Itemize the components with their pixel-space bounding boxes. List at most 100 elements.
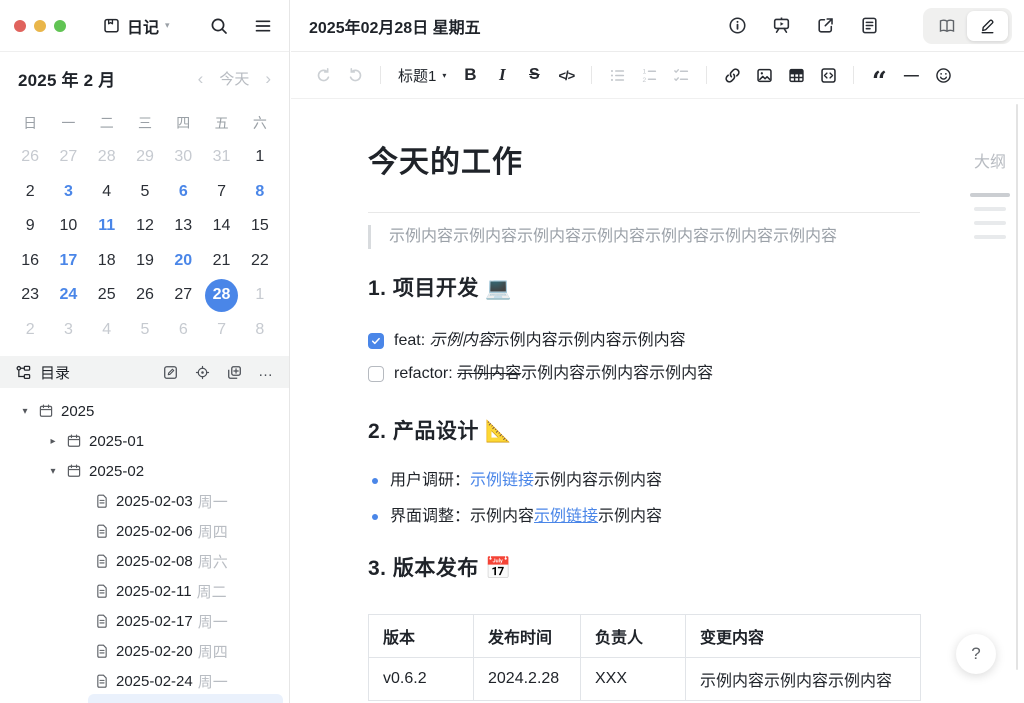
diary-entry[interactable]: 2025-02-08 周六 (0, 546, 289, 576)
blockquote[interactable]: 示例内容示例内容示例内容示例内容示例内容示例内容示例内容 (368, 225, 920, 249)
calendar-day[interactable]: 11 (88, 209, 126, 244)
share-icon[interactable] (815, 15, 836, 36)
calendar-day[interactable]: 14 (202, 209, 240, 244)
calendar-day[interactable]: 20 (164, 244, 202, 279)
todo-text[interactable]: refactor: 示例内容示例内容示例内容示例内容 (394, 362, 713, 386)
calendar-day[interactable]: 15 (241, 209, 279, 244)
calendar-day[interactable]: 8 (241, 313, 279, 348)
duplicate-plus-icon[interactable] (226, 364, 243, 381)
calendar-day[interactable]: 4 (88, 175, 126, 210)
search-icon[interactable] (209, 16, 229, 36)
numbered-list-button[interactable]: 12 (633, 60, 665, 90)
calendar-day[interactable]: 4 (88, 313, 126, 348)
locate-icon[interactable] (194, 364, 211, 381)
calendar-next-button[interactable]: › (265, 70, 271, 87)
calendar-day[interactable]: 27 (49, 140, 87, 175)
emoji-button[interactable] (927, 60, 959, 90)
page-title[interactable]: 今天的工作 (368, 144, 920, 182)
calendar-day[interactable]: 5 (126, 313, 164, 348)
table-button[interactable] (780, 60, 812, 90)
calendar-day[interactable]: 26 (126, 278, 164, 313)
calendar-day[interactable]: 28 (88, 140, 126, 175)
notebook-switcher[interactable]: 日记 ▾ (102, 14, 170, 38)
quote-button[interactable]: “ (863, 67, 895, 97)
diary-entry[interactable]: 2025-02-06 周四 (0, 516, 289, 546)
calendar-day[interactable]: 16 (11, 244, 49, 279)
calendar-day[interactable]: 8 (241, 175, 279, 210)
compose-icon[interactable] (162, 364, 179, 381)
calendar-day[interactable]: 23 (11, 278, 49, 313)
calendar-day[interactable]: 29 (126, 140, 164, 175)
bullet-text[interactable]: 界面调整：示例内容示例链接示例内容 (390, 505, 662, 529)
outline-item-indicator[interactable] (970, 193, 1010, 197)
calendar-day[interactable]: 6 (164, 313, 202, 348)
bold-button[interactable]: B (454, 60, 486, 90)
calendar-day[interactable]: 17 (49, 244, 87, 279)
todo-text[interactable]: feat: 示例内容示例内容示例内容示例内容 (394, 329, 686, 353)
table-header-cell[interactable]: 负责人 (581, 615, 686, 658)
presentation-icon[interactable] (771, 15, 792, 36)
diary-entry[interactable]: 2025-02-17 周一 (0, 606, 289, 636)
menu-icon[interactable] (253, 16, 273, 36)
inline-code-button[interactable]: </> (550, 60, 582, 90)
traffic-light-close[interactable] (14, 20, 26, 32)
checkbox-checked[interactable] (368, 333, 384, 349)
calendar-day-selected[interactable]: 28 (205, 279, 238, 312)
calendar-day[interactable]: 21 (202, 244, 240, 279)
strikethrough-button[interactable]: S (518, 60, 550, 90)
calendar-day[interactable]: 7 (202, 313, 240, 348)
diary-entry[interactable]: 2025-02-03 周一 (0, 486, 289, 516)
table-header-cell[interactable]: 发布时间 (474, 615, 581, 658)
undo-button[interactable] (307, 60, 339, 90)
section-heading-1[interactable]: 1. 项目开发 💻 (368, 275, 920, 303)
tree-folder-2025[interactable]: ▾ 2025 (0, 396, 289, 426)
calendar-day[interactable]: 19 (126, 244, 164, 279)
outline-item-indicator[interactable] (974, 235, 1006, 239)
bullet-text[interactable]: 用户调研：示例链接示例内容示例内容 (390, 469, 662, 493)
calendar-day[interactable]: 13 (164, 209, 202, 244)
chevron-down-icon[interactable]: ▾ (46, 466, 60, 477)
outline-rail[interactable]: 大纲 (970, 148, 1010, 239)
redo-button[interactable] (339, 60, 371, 90)
chevron-down-icon[interactable]: ▾ (18, 406, 32, 417)
calendar-day[interactable]: 30 (164, 140, 202, 175)
inline-link[interactable]: 示例链接 (470, 472, 534, 489)
calendar-day[interactable]: 24 (49, 278, 87, 313)
divider-button[interactable]: — (895, 60, 927, 90)
table-cell[interactable]: v0.6.2 (369, 658, 474, 701)
calendar-day[interactable]: 10 (49, 209, 87, 244)
italic-button[interactable]: I (486, 60, 518, 90)
help-button[interactable]: ? (956, 634, 996, 674)
calendar-day[interactable]: 18 (88, 244, 126, 279)
tree-folder-2025-02[interactable]: ▾ 2025-02 (0, 456, 289, 486)
calendar-day[interactable]: 3 (49, 313, 87, 348)
calendar-day[interactable]: 25 (88, 278, 126, 313)
calendar-day[interactable]: 2 (11, 313, 49, 348)
table-header-cell[interactable]: 版本 (369, 615, 474, 658)
section-heading-3[interactable]: 3. 版本发布 📅 (368, 555, 920, 583)
calendar-day[interactable]: 2 (11, 175, 49, 210)
calendar-day[interactable]: 26 (11, 140, 49, 175)
table-header-cell[interactable]: 变更内容 (686, 615, 921, 658)
checkbox-unchecked[interactable] (368, 366, 384, 382)
doc-list-icon[interactable] (859, 15, 880, 36)
heading-style-dropdown[interactable]: 标题1 ▾ (398, 65, 446, 86)
traffic-light-minimize[interactable] (34, 20, 46, 32)
calendar-prev-button[interactable]: ‹ (198, 70, 204, 87)
scrollbar[interactable] (1016, 104, 1018, 670)
bullet-list-button[interactable] (601, 60, 633, 90)
calendar-day[interactable]: 9 (11, 209, 49, 244)
section-heading-2[interactable]: 2. 产品设计 📐 (368, 418, 920, 446)
outline-item-indicator[interactable] (974, 207, 1006, 211)
table-cell[interactable]: 示例内容示例内容示例内容 (686, 658, 921, 701)
tree-folder-2025-01[interactable]: ▸ 2025-01 (0, 426, 289, 456)
chevron-right-icon[interactable]: ▸ (46, 436, 60, 447)
edit-mode-button[interactable] (967, 11, 1008, 41)
diary-entry[interactable]: 2025-02-20 周四 (0, 636, 289, 666)
diary-entry[interactable]: 2025-02-24 周一 (0, 666, 289, 696)
calendar-day[interactable]: 7 (202, 175, 240, 210)
calendar-day[interactable]: 27 (164, 278, 202, 313)
calendar-day[interactable]: 12 (126, 209, 164, 244)
diary-entry[interactable]: 2025-02-11 周二 (0, 576, 289, 606)
calendar-day[interactable]: 6 (164, 175, 202, 210)
